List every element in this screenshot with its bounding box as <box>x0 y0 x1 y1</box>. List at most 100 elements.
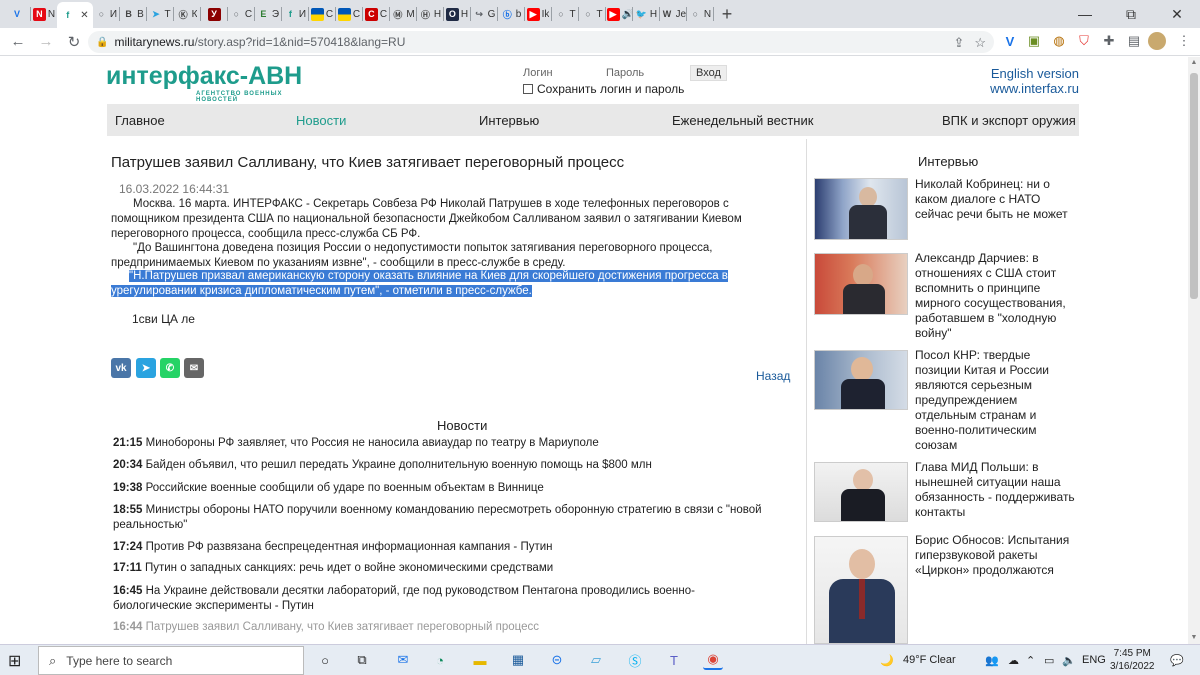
show-hidden-icons[interactable]: ⌃ <box>1026 654 1035 667</box>
browser-tab[interactable]: ○ Т <box>552 3 578 25</box>
browser-tab[interactable]: ↪ G <box>471 3 497 25</box>
close-window-button[interactable]: ✕ <box>1154 0 1200 28</box>
address-bar[interactable]: 🔒 militarynews.ru/story.asp?rid=1&nid=57… <box>88 31 994 53</box>
interview-link[interactable]: Александр Дарчиев: в отношениях с США ст… <box>915 251 1077 341</box>
menu-item-main[interactable]: Главное <box>115 113 165 128</box>
login-button[interactable]: Вход <box>690 65 727 81</box>
reading-list-icon[interactable]: ▤ <box>1124 31 1144 51</box>
browser-tab[interactable]: CС <box>363 3 389 25</box>
browser-tab[interactable]: V <box>4 3 30 25</box>
extension-icon[interactable]: ◍ <box>1049 31 1069 51</box>
browser-tab[interactable]: ЕЭ <box>255 3 281 25</box>
app-icon[interactable]: ⊝ <box>547 650 567 670</box>
browser-tab[interactable]: ➤ Т <box>147 3 173 25</box>
interview-link[interactable]: Глава МИД Польши: в нынешней ситуации на… <box>915 460 1077 520</box>
windows-start-icon[interactable]: ⊞ <box>8 651 21 671</box>
interview-photo[interactable] <box>814 350 908 410</box>
scroll-up-icon[interactable]: ▲ <box>1188 57 1200 69</box>
people-icon[interactable]: 👥 <box>985 654 999 667</box>
vpn-extension-icon[interactable]: V <box>1000 31 1020 51</box>
email-share-button[interactable]: ✉ <box>184 358 204 378</box>
task-view-icon[interactable]: ⧉ <box>352 650 372 670</box>
news-item[interactable]: 17:24 Против РФ развязана беспрецедентна… <box>113 540 773 555</box>
site-logo[interactable]: интерфакс-АВН АГЕНТСТВО ВОЕННЫХ НОВОСТЕЙ <box>106 63 326 103</box>
back-link[interactable]: Назад <box>756 369 790 383</box>
edge-icon[interactable]: ◔ <box>430 650 450 670</box>
telegram-share-button[interactable]: ➤ <box>136 358 156 378</box>
minimize-button[interactable]: — <box>1062 0 1108 28</box>
news-item[interactable]: 17:11 Путин о западных санкциях: речь ид… <box>113 561 773 576</box>
mail-icon[interactable]: ✉ <box>393 650 413 670</box>
menu-dots-icon[interactable]: ⋮ <box>1174 31 1194 51</box>
news-item[interactable]: 16:44 Патрушев заявил Салливану, что Кие… <box>113 620 773 635</box>
whatsapp-share-button[interactable]: ✆ <box>160 358 180 378</box>
back-arrow-icon[interactable]: ← <box>4 28 32 56</box>
browser-tab[interactable]: fИ <box>282 3 308 25</box>
english-version-link[interactable]: English version <box>991 66 1079 81</box>
network-icon[interactable]: ▭ <box>1044 654 1054 667</box>
scroll-down-icon[interactable]: ▼ <box>1188 632 1200 644</box>
weather-icon[interactable]: 🌙 <box>880 654 894 667</box>
news-item[interactable]: 18:55 Министры обороны НАТО поручили вое… <box>113 503 773 533</box>
language-indicator[interactable]: ENG <box>1082 654 1106 666</box>
browser-tab[interactable]: f ✕ <box>57 2 93 28</box>
browser-tab[interactable]: Ⓜ М <box>390 3 416 25</box>
pocket-icon[interactable]: ⛉ <box>1074 31 1094 51</box>
teams-icon[interactable]: T <box>664 650 684 670</box>
menu-item-news[interactable]: Новости <box>296 113 346 128</box>
interview-photo[interactable] <box>814 462 908 522</box>
browser-tab[interactable]: ○ С <box>228 3 254 25</box>
volume-icon[interactable]: 🔈 <box>1062 654 1076 667</box>
taskbar-search-box[interactable]: ⌕ Type here to search <box>38 646 304 675</box>
profile-avatar[interactable] <box>1148 32 1166 50</box>
notification-icon[interactable]: 💬 <box>1170 654 1184 667</box>
browser-tab[interactable]: ▶ 🔊 <box>606 3 632 25</box>
store-icon[interactable]: ▦ <box>508 650 528 670</box>
browser-tab[interactable]: У <box>201 3 227 25</box>
browser-tab[interactable]: С <box>309 3 335 25</box>
news-item[interactable]: 16:45 На Украине действовали десятки лаб… <box>113 584 773 614</box>
reload-icon[interactable]: ↻ <box>60 28 88 56</box>
remember-checkbox[interactable] <box>523 84 533 94</box>
cloud-icon[interactable]: ☁ <box>1008 654 1019 667</box>
interfax-link[interactable]: www.interfax.ru <box>990 81 1079 96</box>
remember-checkbox-row[interactable]: Сохранить логин и пароль <box>523 82 684 96</box>
browser-tab[interactable]: ОН <box>444 3 470 25</box>
bookmark-star-icon[interactable]: ☆ <box>974 35 986 51</box>
puzzle-extensions-icon[interactable]: ✚ <box>1099 31 1119 51</box>
menu-item-weekly[interactable]: Еженедельный вестник <box>672 113 813 128</box>
cortana-icon[interactable]: ○ <box>315 650 335 670</box>
browser-tab[interactable]: W Je <box>660 3 686 25</box>
browser-tab[interactable]: ⓑ b <box>498 3 524 25</box>
browser-tab[interactable]: ○ N <box>687 3 713 25</box>
news-item[interactable]: 21:15 Минобороны РФ заявляет, что Россия… <box>113 436 773 451</box>
browser-tab[interactable]: NN <box>31 3 57 25</box>
vk-share-button[interactable]: vk <box>111 358 131 378</box>
interview-link[interactable]: Борис Обносов: Испытания гиперзвуковой р… <box>915 533 1077 578</box>
browser-tab[interactable]: ○ И <box>93 3 119 25</box>
news-item[interactable]: 19:38 Российские военные сообщили об уда… <box>113 481 773 496</box>
scrollbar-thumb[interactable] <box>1190 73 1198 299</box>
close-tab-icon[interactable]: ✕ <box>80 10 88 21</box>
page-scrollbar[interactable]: ▲ ▼ <box>1188 57 1200 644</box>
interview-photo[interactable] <box>814 536 908 644</box>
file-explorer-icon[interactable]: ▬ <box>470 650 490 670</box>
browser-tab[interactable]: С <box>336 3 362 25</box>
browser-tab[interactable]: ○ Т <box>579 3 605 25</box>
browser-tab[interactable]: Ⓚ К <box>174 3 200 25</box>
news-item[interactable]: 20:34 Байден объявил, что решил передать… <box>113 458 773 473</box>
weather-text[interactable]: 49°F Clear <box>903 654 956 666</box>
interview-photo[interactable] <box>814 253 908 315</box>
maximize-button[interactable]: ⧉ <box>1108 0 1154 28</box>
extension-icon[interactable]: ▣ <box>1024 31 1044 51</box>
skype-icon[interactable]: Ⓢ <box>625 650 645 670</box>
new-tab-button[interactable]: + <box>714 4 740 25</box>
interview-link[interactable]: Николай Кобринец: ни о каком диалоге с Н… <box>915 177 1077 222</box>
taskbar-clock[interactable]: 7:45 PM 3/16/2022 <box>1110 647 1155 673</box>
app-icon[interactable]: ▱ <box>586 650 606 670</box>
menu-item-interview[interactable]: Интервью <box>479 113 539 128</box>
browser-tab[interactable]: ВВ <box>120 3 146 25</box>
share-icon[interactable]: ⇪ <box>953 35 964 51</box>
browser-tab[interactable]: ▶ Ik <box>525 3 551 25</box>
menu-item-defense-industry[interactable]: ВПК и экспорт оружия <box>942 113 1076 128</box>
